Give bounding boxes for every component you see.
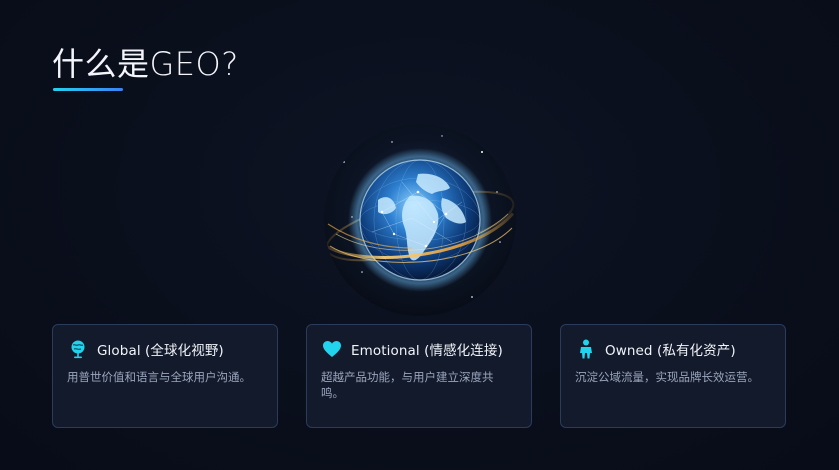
page-title: 什么是GEO?: [52, 45, 239, 83]
card-global: Global (全球化视野) 用普世价值和语言与全球用户沟通。: [52, 324, 278, 428]
slide: 什么是GEO? Global (全球化视野) 用普世价值和语言与全球用户沟通。 …: [0, 0, 839, 470]
card-title: Global (全球化视野): [97, 343, 224, 359]
card-header: Global (全球化视野): [67, 337, 224, 361]
globe-image: [322, 122, 518, 318]
card-header: Emotional (情感化连接): [321, 337, 503, 361]
title-underline: [53, 88, 123, 91]
globe-illustration: [324, 124, 516, 316]
feature-cards: Global (全球化视野) 用普世价值和语言与全球用户沟通。 Emotiona…: [52, 324, 788, 430]
globe-icon: [67, 338, 89, 360]
card-title: Emotional (情感化连接): [351, 343, 503, 359]
card-header: Owned (私有化资产): [575, 337, 736, 361]
card-owned: Owned (私有化资产) 沉淀公域流量，实现品牌长效运营。: [560, 324, 786, 428]
card-title: Owned (私有化资产): [605, 343, 736, 359]
card-emotional: Emotional (情感化连接) 超越产品功能，与用户建立深度共鸣。: [306, 324, 532, 428]
card-description: 沉淀公域流量，实现品牌长效运营。: [575, 370, 759, 384]
heart-icon: [321, 338, 343, 360]
card-description: 用普世价值和语言与全球用户沟通。: [67, 370, 251, 384]
card-description: 超越产品功能，与用户建立深度共鸣。: [321, 370, 494, 400]
person-icon: [575, 338, 597, 360]
